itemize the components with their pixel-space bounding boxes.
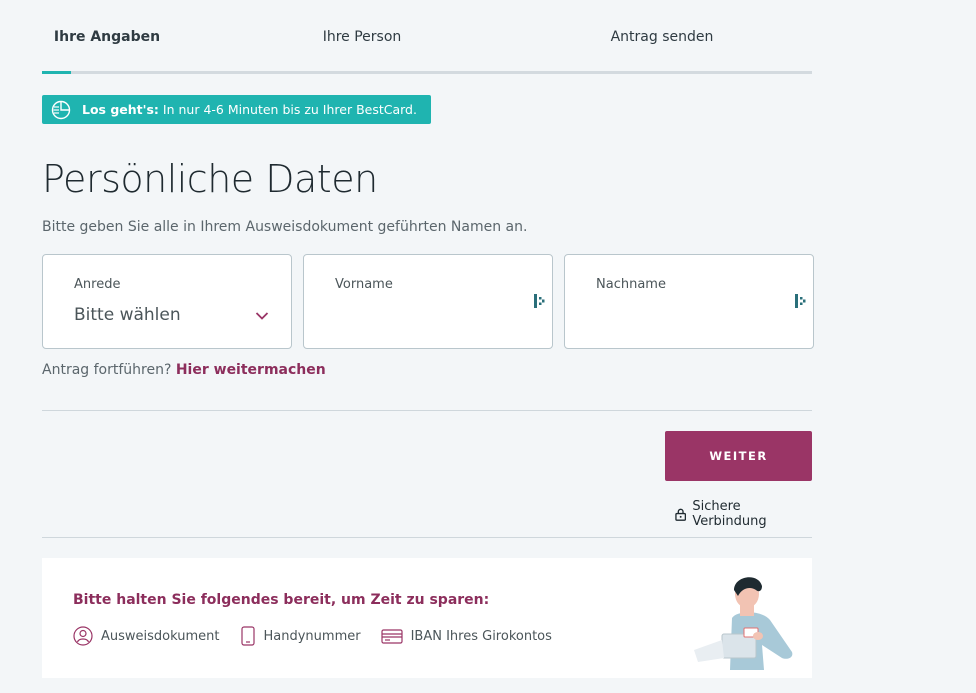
nachname-field[interactable]: Nachname [564,254,814,349]
divider [42,410,812,411]
continue-application: Antrag fortführen? Hier weitermachen [42,362,326,378]
prepare-items: Ausweisdokument Handynummer IBAN Ihres G… [73,626,572,646]
anrede-value: Bitte wählen [74,305,181,325]
chevron-down-icon [255,312,269,320]
phone-icon [240,626,255,646]
name-fields: Anrede Bitte wählen Vorname Nachname [42,254,814,349]
step-ihre-person[interactable]: Ihre Person [212,27,512,46]
page-subtitle: Bitte geben Sie alle in Ihrem Ausweisdok… [42,219,528,235]
bank-card-icon [380,629,403,644]
vorname-field[interactable]: Vorname [303,254,553,349]
page-title: Persönliche Daten [42,157,378,201]
prepare-item: Handynummer [240,626,361,646]
prepare-item-label: IBAN Ihres Girokontos [410,628,552,644]
step-navigation: Ihre Angaben Ihre Person Antrag senden [42,0,812,46]
banner-bold: Los geht's: [82,102,159,117]
vorname-label: Vorname [335,277,393,292]
timer-icon [51,100,71,119]
prepare-item-label: Handynummer [263,628,361,644]
progress-bar [42,71,812,74]
page-container: Ihre Angaben Ihre Person Antrag senden L… [42,0,814,678]
prepare-item-label: Ausweisdokument [101,628,220,644]
id-card-icon [73,626,93,646]
continue-text: Antrag fortführen? [42,362,172,378]
secure-text: Sichere Verbindung [692,499,767,529]
divider [42,537,812,538]
prepare-item: IBAN Ihres Girokontos [380,627,552,645]
prepare-item: Ausweisdokument [73,626,220,646]
secure-connection: Sichere Verbindung [675,499,812,529]
anrede-select[interactable]: Anrede Bitte wählen [42,254,292,349]
continue-link[interactable]: Hier weitermachen [176,362,326,378]
person-illustration [694,577,793,670]
step-antrag-senden[interactable]: Antrag senden [512,27,812,46]
info-banner: Los geht's: In nur 4-6 Minuten bis zu Ih… [42,95,431,124]
anrede-label: Anrede [74,277,121,292]
password-manager-icon[interactable] [795,293,807,309]
password-manager-icon[interactable] [534,293,546,309]
prepare-heading: Bitte halten Sie folgendes bereit, um Ze… [73,592,490,608]
prepare-card: Bitte halten Sie folgendes bereit, um Ze… [42,558,812,678]
lock-icon [675,508,687,521]
progress-fill [42,71,71,74]
banner-text: In nur 4-6 Minuten bis zu Ihrer BestCard… [162,102,417,117]
weiter-button[interactable]: WEITER [665,431,812,481]
step-ihre-angaben[interactable]: Ihre Angaben [2,27,212,46]
nachname-label: Nachname [596,277,666,292]
